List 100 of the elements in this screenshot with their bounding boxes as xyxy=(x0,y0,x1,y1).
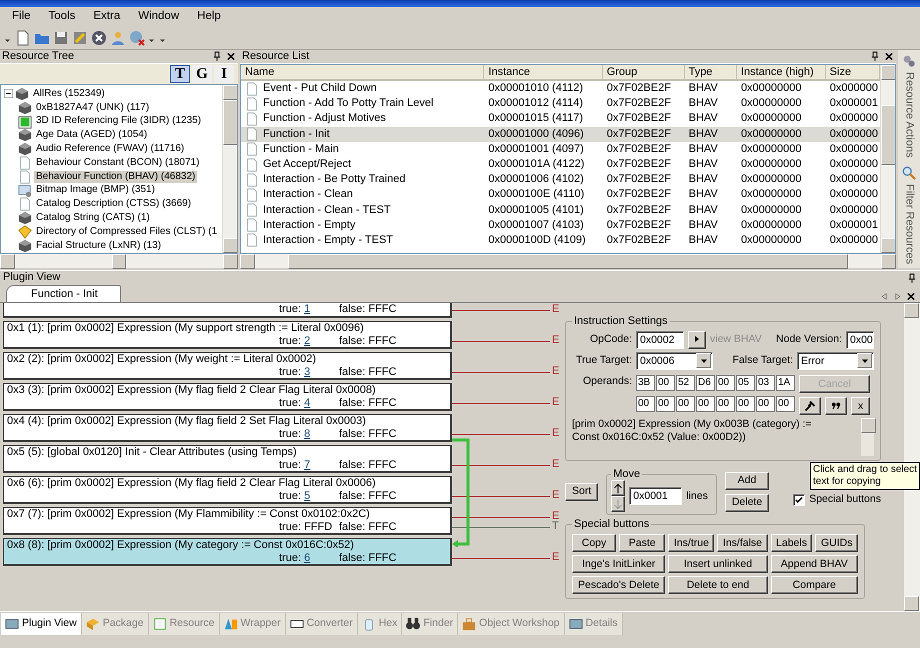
close-icon[interactable] xyxy=(906,291,916,302)
special-button[interactable]: Delete to end xyxy=(668,576,768,594)
checkbox[interactable] xyxy=(793,494,806,506)
list-row[interactable]: Interaction - Clean - TEST 0x00001005 (4101) 0x7F02BE2F BHAV 0x00000000 0x000000 xyxy=(241,202,880,218)
instruction-box[interactable]: 0x4 (4): [prim 0x0002] Expression (My flag field 2 Set Flag Literal 0x0003) true: 8 false: FFFC xyxy=(3,414,452,442)
special-button[interactable]: Append BHAV xyxy=(770,555,858,574)
tree-item[interactable]: Directory of Compressed Files (CLST) (1 xyxy=(34,226,220,238)
vertical-scrollbar[interactable] xyxy=(222,85,237,253)
special-button[interactable]: GUIDs xyxy=(815,534,858,552)
list-row[interactable]: Interaction - Empty - TEST 0x0000100D (4109) 0x7F02BE2F BHAV 0x00000000 0x000000 xyxy=(241,232,880,248)
special-button[interactable]: Ins/true xyxy=(668,534,714,552)
true-target[interactable]: true: 7 xyxy=(279,459,339,472)
wrench-button[interactable] xyxy=(799,397,821,416)
menu-item[interactable]: Help xyxy=(197,10,221,24)
instruction-box[interactable]: 0x7 (7): [prim 0x0002] Expression (My Flammibility := Const 0x0102:0x2C) true: FFFD false: FFFC xyxy=(3,507,452,535)
tree-item[interactable]: AllRes (152349) xyxy=(31,88,107,100)
operand-field[interactable]: 00 xyxy=(776,396,795,412)
special-button[interactable]: Insert unlinked xyxy=(668,555,768,574)
pin-icon[interactable] xyxy=(870,51,880,62)
list-row[interactable]: Get Accept/Reject 0x0000101A (4122) 0x7F02BE2F BHAV 0x00000000 0x000000 xyxy=(241,156,880,172)
sort-button[interactable]: Sort xyxy=(565,482,598,501)
operand-field[interactable]: 00 xyxy=(716,396,735,412)
tree-item[interactable]: 3D ID Referencing File (3IDR) (1235) xyxy=(34,115,204,128)
horizontal-scrollbar[interactable] xyxy=(0,254,238,268)
view-toggle-button[interactable]: G xyxy=(192,65,212,83)
list-row[interactable]: Function - Add To Potty Train Level 0x00001012 (4114) 0x7F02BE2F BHAV 0x00000000 0x000001 xyxy=(241,96,880,112)
list-row[interactable]: Interaction - Empty 0x00001007 (4103) 0x7F02BE2F BHAV 0x00000000 0x000001 xyxy=(241,218,880,233)
operand-field[interactable]: 00 xyxy=(696,396,715,412)
document-tab[interactable]: Function - Init xyxy=(6,285,121,302)
close-icon[interactable] xyxy=(884,51,894,62)
true-target[interactable]: true: 2 xyxy=(279,335,339,348)
menu-item[interactable]: Tools xyxy=(48,10,76,24)
collapse-icon[interactable] xyxy=(4,89,13,98)
operand-field[interactable]: 00 xyxy=(636,396,655,412)
instruction-box[interactable]: 0x8 (8): [prim 0x0002] Expression (My category := Const 0x016C:0x52) true: 6 false: FFFC xyxy=(3,538,452,566)
tree-item[interactable]: Behaviour Function (BHAV) (46832) xyxy=(34,170,198,183)
operand-field[interactable]: 00 xyxy=(716,375,735,392)
view-toggle-button[interactable]: T xyxy=(170,65,190,83)
true-target[interactable]: true: 6 xyxy=(279,552,339,566)
operand-field[interactable]: 00 xyxy=(656,375,675,392)
tree-item[interactable]: Age Data (AGED) (1054) xyxy=(34,129,150,142)
side-tab[interactable]: Resource Actions xyxy=(902,54,916,158)
pin-icon[interactable] xyxy=(212,51,222,62)
play-button[interactable] xyxy=(688,330,706,349)
special-button[interactable]: Paste xyxy=(619,534,666,552)
operand-field[interactable]: 00 xyxy=(676,396,695,412)
instruction-box[interactable]: 0x3 (3): [prim 0x0002] Expression (My flag field 2 Clear Flag Literal 0x0008) true: 4 false: FFFC xyxy=(3,383,452,411)
clear-button[interactable]: x xyxy=(851,397,870,416)
operand-field[interactable]: 00 xyxy=(756,396,775,412)
operand-field[interactable]: D6 xyxy=(696,375,715,392)
column-header[interactable]: Type xyxy=(684,65,737,79)
opcode-field[interactable]: 0x0002 xyxy=(636,330,684,349)
move-up-button[interactable] xyxy=(611,480,626,496)
instruction-box[interactable]: true: 1 false: FFFC xyxy=(3,303,452,318)
add-button[interactable]: Add xyxy=(724,472,770,490)
view-toggle-button[interactable]: I xyxy=(214,65,234,83)
tree-item[interactable]: Catalog String (CATS) (1) xyxy=(34,212,152,224)
operand-field[interactable]: 00 xyxy=(656,396,675,412)
list-row[interactable]: Interaction - Be Potty Trained 0x00001006 (4102) 0x7F02BE2F BHAV 0x00000000 0x000000 xyxy=(241,172,880,188)
instruction-box[interactable]: 0x6 (6): [prim 0x0002] Expression (My flag field 2 Clear Flag Literal 0x0006) true: 5 false: FFFC xyxy=(3,476,452,504)
move-down-button[interactable] xyxy=(611,496,626,512)
side-tab[interactable]: Filter Resources xyxy=(902,166,916,264)
true-target[interactable]: true: 5 xyxy=(279,490,339,504)
column-header[interactable]: Instance xyxy=(484,65,603,79)
quote-button[interactable] xyxy=(825,397,847,416)
scroll-right-icon[interactable] xyxy=(893,291,902,302)
list-row[interactable]: Function - Adjust Motives 0x00001015 (4117) 0x7F02BE2F BHAV 0x00000000 0x000000 xyxy=(241,111,880,127)
false-target-dropdown[interactable]: Error xyxy=(797,352,874,370)
menu-item[interactable]: Window xyxy=(138,10,180,24)
list-row[interactable]: Interaction - Clean 0x0000100E (4110) 0x7F02BE2F BHAV 0x00000000 0x000000 xyxy=(241,187,880,202)
special-button[interactable]: Ins/false xyxy=(717,534,768,552)
menu-item[interactable]: Extra xyxy=(93,10,120,24)
tree-item[interactable]: Audio Reference (FWAV) (11716) xyxy=(34,143,186,156)
special-button[interactable]: Copy xyxy=(572,534,616,552)
lines-field[interactable]: 0x0001 xyxy=(629,487,682,506)
operand-field[interactable]: 00 xyxy=(736,396,755,412)
tree-item[interactable]: 0xB1827A47 (UNK) (117) xyxy=(34,102,152,114)
horizontal-scrollbar[interactable] xyxy=(240,254,896,268)
operand-field[interactable]: 52 xyxy=(676,375,695,392)
column-header[interactable]: Instance (high) xyxy=(736,65,826,79)
special-button[interactable]: Labels xyxy=(770,534,812,552)
instruction-box[interactable]: 0x5 (5): [global 0x0120] Init - Clear Attributes (using Temps) true: 7 false: FFFC xyxy=(3,445,452,473)
node-version-field[interactable]: 0x00 xyxy=(846,330,874,349)
scroll-left-icon[interactable] xyxy=(880,291,889,302)
column-header[interactable]: Name xyxy=(241,65,484,79)
list-row[interactable]: Event - Put Child Down 0x00001010 (4112) 0x7F02BE2F BHAV 0x00000000 0x000000 xyxy=(241,81,880,96)
tree-item[interactable]: Bitmap Image (BMP) (351) xyxy=(34,184,157,196)
bottom-tab[interactable]: Plugin View xyxy=(1,612,82,634)
instruction-box[interactable]: 0x2 (2): [prim 0x0002] Expression (My weight := Literal 0x0002) true: 3 false: FFFC xyxy=(3,352,452,380)
operand-field[interactable]: 03 xyxy=(756,375,775,392)
vertical-scrollbar[interactable] xyxy=(861,418,874,456)
true-target-dropdown[interactable]: 0x0006 xyxy=(636,352,713,370)
special-button[interactable]: Inge's InitLinker xyxy=(572,555,666,574)
true-target[interactable]: true: 8 xyxy=(279,428,339,442)
menu-item[interactable]: File xyxy=(12,10,31,24)
operand-field[interactable]: 3B xyxy=(636,375,655,392)
new-document-icon[interactable] xyxy=(15,30,31,46)
true-target[interactable]: true: 4 xyxy=(279,397,339,410)
close-circle-icon[interactable] xyxy=(91,30,107,46)
true-target[interactable]: true: 1 xyxy=(279,303,339,316)
